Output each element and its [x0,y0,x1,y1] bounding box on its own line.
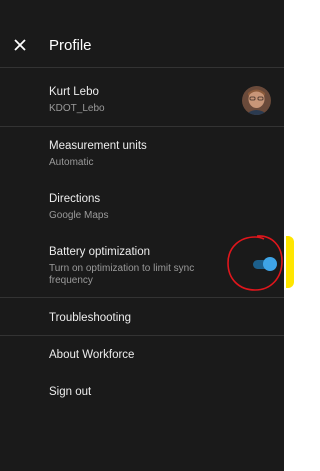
divider [0,67,284,68]
about-workforce-row[interactable]: About Workforce [49,348,134,363]
battery-optimization-row[interactable]: Battery optimization Turn on optimizatio… [49,245,194,287]
measurement-units-value: Automatic [49,157,94,168]
measurement-units-row[interactable]: Measurement units Automatic [49,139,147,169]
divider [0,297,284,298]
toggle-thumb [263,257,277,271]
directions-label: Directions [49,193,101,205]
user-profile-row[interactable]: Kurt Lebo KDOT_Lebo [49,85,105,115]
page-title: Profile [49,37,92,54]
divider [0,335,284,336]
troubleshooting-label: Troubleshooting [49,312,132,324]
troubleshooting-row[interactable]: Troubleshooting [49,311,131,326]
user-username: KDOT_Lebo [49,103,105,114]
battery-optimization-toggle[interactable] [253,257,277,271]
avatar[interactable] [242,86,271,115]
battery-description-line1: Turn on optimization to limit sync [49,263,195,274]
about-workforce-label: About Workforce [49,349,135,361]
sign-out-row[interactable]: Sign out [49,385,91,400]
sign-out-label: Sign out [49,386,92,398]
directions-value: Google Maps [49,210,109,221]
highlight-mark [286,236,294,288]
divider [0,126,284,127]
battery-optimization-label: Battery optimization [49,246,150,258]
measurement-units-label: Measurement units [49,140,147,152]
battery-optimization-description: Turn on optimization to limit sync frequ… [49,263,194,287]
directions-row[interactable]: Directions Google Maps [49,192,108,222]
battery-description-line2: frequency [49,275,93,286]
profile-screen: Profile Kurt Lebo KDOT_Lebo Measurement … [0,0,284,471]
close-icon[interactable] [12,37,28,53]
app-bar: Profile [0,22,284,72]
user-name: Kurt Lebo [49,86,99,98]
